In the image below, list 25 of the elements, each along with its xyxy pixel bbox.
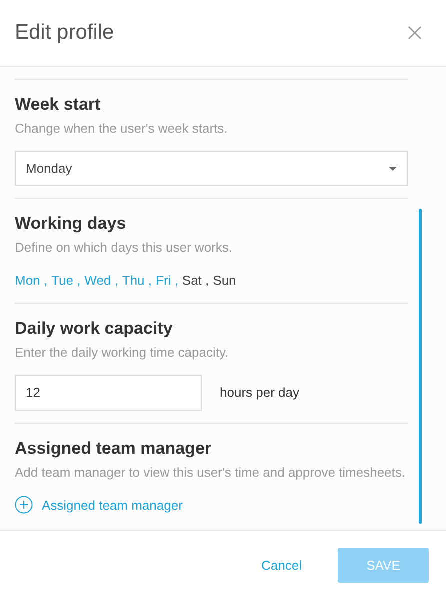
- section-description: Enter the daily working time capacity.: [15, 344, 230, 362]
- section-heading: Daily work capacity: [15, 318, 174, 340]
- day-option[interactable]: Wed ,: [84, 271, 118, 290]
- day-option[interactable]: Tue ,: [52, 271, 81, 290]
- day-option[interactable]: Sat ,: [182, 271, 210, 290]
- section-description: Change when the user's week starts.: [15, 120, 229, 138]
- unit-label: hours per day: [220, 384, 300, 402]
- close-icon[interactable]: [407, 25, 423, 41]
- section-description: Add team manager to view this user's time and approve timesheets.: [15, 464, 407, 482]
- day-option[interactable]: Mon ,: [15, 271, 48, 290]
- day-option[interactable]: Fri ,: [156, 271, 178, 290]
- scrollbar[interactable]: [419, 209, 422, 524]
- section-heading: Week start: [15, 94, 102, 116]
- section-heading: Working days: [15, 213, 128, 235]
- add-manager-link[interactable]: Assigned team manager: [15, 496, 183, 515]
- caret-icon: [389, 166, 397, 170]
- day-option[interactable]: Sun: [213, 271, 236, 290]
- plus-circle-icon: [15, 496, 33, 514]
- section-description: Define on which days this user works.: [15, 239, 234, 257]
- dialog-title: Edit profile: [15, 20, 114, 46]
- day-option[interactable]: Thu ,: [122, 271, 152, 290]
- section-heading: Assigned team manager: [15, 438, 213, 460]
- cancel-button[interactable]: Cancel: [244, 548, 320, 583]
- week-start-dropdown[interactable]: Monday: [15, 151, 408, 186]
- capacity-input[interactable]: 12: [15, 374, 202, 410]
